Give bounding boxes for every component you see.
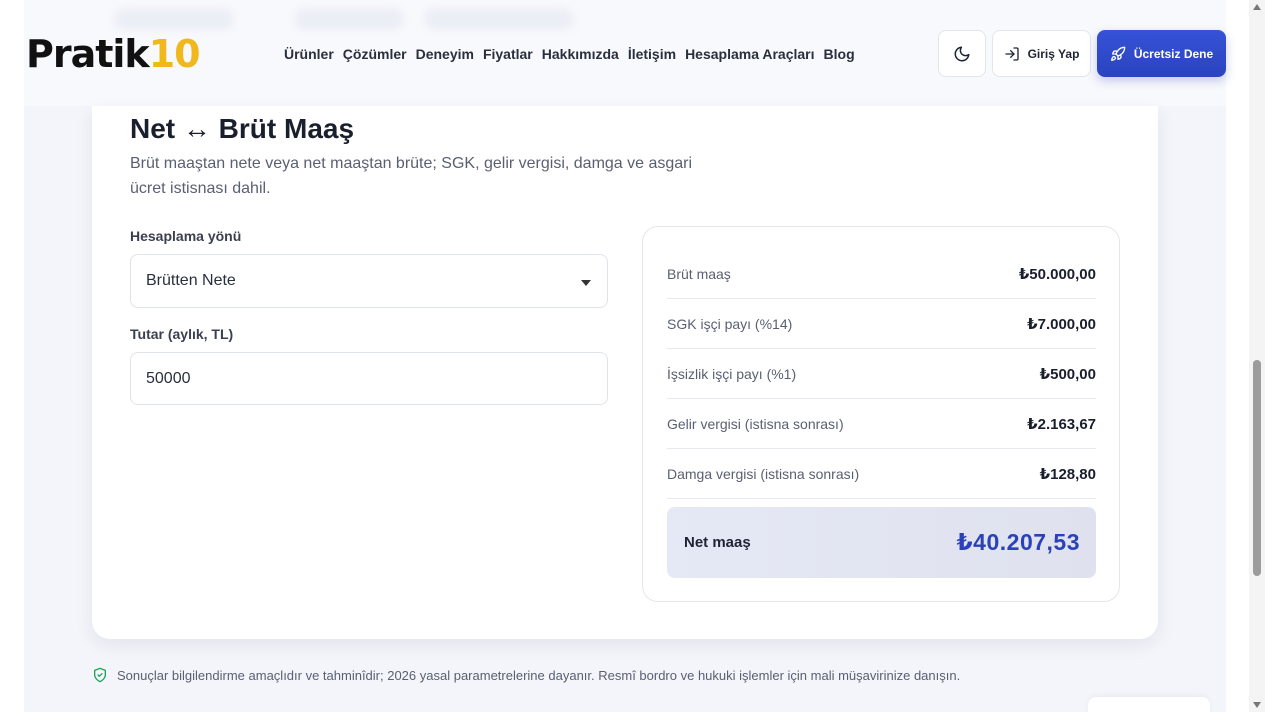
result-label: Brüt maaş <box>667 265 731 282</box>
login-button[interactable]: Giriş Yap <box>992 30 1091 77</box>
result-row-income-tax: Gelir vergisi (istisna sonrası) ₺2.163,6… <box>667 399 1096 449</box>
free-trial-label: Ücretsiz Dene <box>1133 46 1214 61</box>
scroll-thumb[interactable] <box>1253 360 1261 576</box>
free-trial-button[interactable]: Ücretsiz Dene <box>1097 30 1226 77</box>
nav-item-calculators[interactable]: Hesaplama Araçları <box>685 44 814 64</box>
direction-select[interactable]: Brütten Nete <box>130 254 608 308</box>
main-nav: Ürünler Çözümler Deneyim Fiyatlar Hakkım… <box>284 44 864 64</box>
results-panel: Brüt maaş ₺50.000,00 SGK işçi payı (%14)… <box>642 226 1120 602</box>
nav-item-about[interactable]: Hakkımızda <box>542 44 619 64</box>
result-value: ₺7.000,00 <box>1027 315 1096 333</box>
result-row-stamp-tax: Damga vergisi (istisna sonrası) ₺128,80 <box>667 449 1096 499</box>
amount-label: Tutar (aylık, TL) <box>130 326 234 342</box>
scroll-down-arrow-icon[interactable] <box>1253 702 1261 708</box>
header-ghost-shape <box>114 8 234 30</box>
disclaimer: Sonuçlar bilgilendirme amaçlıdır ve tahm… <box>92 667 960 683</box>
result-label: SGK işçi payı (%14) <box>667 315 793 332</box>
net-salary-box: Net maaş ₺40.207,53 <box>667 507 1096 578</box>
net-salary-value: ₺40.207,53 <box>956 529 1080 555</box>
result-value: ₺50.000,00 <box>1018 265 1096 283</box>
result-row-unemployment: İşsizlik işçi payı (%1) ₺500,00 <box>667 349 1096 399</box>
direction-select-value: Brütten Nete <box>146 272 236 289</box>
net-salary-label: Net maaş <box>684 534 751 551</box>
floating-widget[interactable] <box>1088 697 1210 712</box>
result-value: ₺2.163,67 <box>1027 415 1096 433</box>
direction-label: Hesaplama yönü <box>130 228 242 244</box>
result-value: ₺128,80 <box>1039 465 1096 483</box>
caret-down-icon <box>581 280 591 286</box>
nav-item-solutions[interactable]: Çözümler <box>343 44 407 64</box>
page-title: Net ↔ Brüt Maaş <box>130 113 355 144</box>
shield-check-icon <box>94 667 106 683</box>
nav-item-products[interactable]: Ürünler <box>284 44 334 64</box>
nav-item-blog[interactable]: Blog <box>824 44 855 64</box>
rocket-icon <box>1110 46 1126 61</box>
logo-number: 10 <box>148 32 201 76</box>
result-row-gross: Brüt maaş ₺50.000,00 <box>667 249 1096 299</box>
page-subtitle: Brüt maaştan nete veya net maaştan brüte… <box>130 155 693 197</box>
vertical-scrollbar[interactable] <box>1249 0 1265 712</box>
nav-item-experience[interactable]: Deneyim <box>416 44 474 64</box>
result-row-sgk: SGK işçi payı (%14) ₺7.000,00 <box>667 299 1096 349</box>
amount-input[interactable] <box>130 352 608 405</box>
nav-item-pricing[interactable]: Fiyatlar <box>483 44 533 64</box>
login-label: Giriş Yap <box>1027 46 1080 61</box>
logo[interactable]: Pratik10 <box>26 30 201 78</box>
result-label: Damga vergisi (istisna sonrası) <box>667 465 860 482</box>
theme-toggle-button[interactable] <box>938 30 986 77</box>
result-label: İşsizlik işçi payı (%1) <box>667 365 797 382</box>
header-ghost-shape <box>424 8 574 30</box>
result-label: Gelir vergisi (istisna sonrası) <box>667 415 844 432</box>
header-ghost-shape <box>294 8 404 30</box>
result-value: ₺500,00 <box>1039 365 1096 383</box>
scroll-up-arrow-icon[interactable] <box>1253 4 1261 10</box>
logo-text: Pratik <box>26 32 150 76</box>
nav-item-contact[interactable]: İletişim <box>628 44 676 64</box>
login-arrow-icon <box>1004 46 1019 61</box>
disclaimer-text: Sonuçlar bilgilendirme amaçlıdır ve tahm… <box>117 667 961 683</box>
moon-icon <box>954 46 970 61</box>
